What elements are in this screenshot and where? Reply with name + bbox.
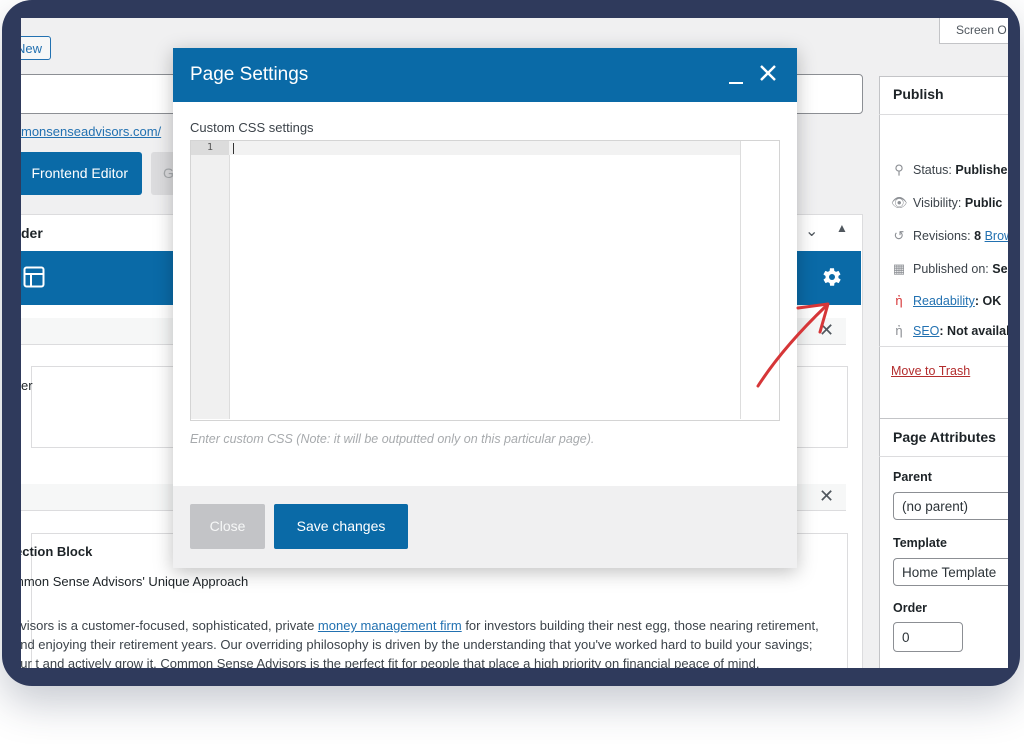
screen: New Screen O monsenseadvisors.com/ Front… [21, 18, 1008, 668]
custom-css-hint: Enter custom CSS (Note: it will be outpu… [190, 432, 595, 446]
permalink-link[interactable]: monsenseadvisors.com/ [21, 124, 161, 139]
annotation-arrow-icon [756, 302, 830, 388]
order-input[interactable]: 0 [893, 622, 963, 652]
save-changes-button[interactable]: Save changes [274, 504, 408, 549]
close-button[interactable]: Close [190, 504, 265, 549]
section-heading: mmon Sense Advisors' Unique Approach [21, 574, 249, 589]
publish-readability: ἠ Readability: OK [891, 293, 1001, 308]
modal-title: Page Settings [190, 64, 309, 85]
layout-icon[interactable] [23, 266, 45, 288]
section-paragraph: dvisors is a customer-focused, sophistic… [21, 616, 823, 668]
publish-title: Publish [893, 86, 944, 102]
chevron-down-icon[interactable]: ⌄ [805, 221, 818, 241]
builder-panel-title: der [21, 225, 43, 241]
para-text: dvisors is a customer-focused, sophistic… [21, 618, 318, 633]
parent-label: Parent [893, 470, 932, 484]
editor-scrollbar[interactable] [740, 141, 741, 419]
modal-footer [173, 486, 797, 568]
readability-link[interactable]: Readability [913, 294, 975, 308]
template-select[interactable]: Home Template [893, 558, 1008, 586]
pin-icon: ⚲ [894, 162, 904, 177]
screen-options-button[interactable]: Screen O [939, 18, 1008, 44]
seo-link[interactable]: SEO [913, 324, 939, 338]
close-icon[interactable]: ✕ [819, 486, 834, 507]
publish-box [879, 76, 1008, 438]
frontend-editor-button[interactable]: Frontend Editor [21, 152, 142, 195]
publish-status: ⚲Status: Published [891, 162, 1008, 178]
triangle-up-icon[interactable]: ▲ [836, 221, 848, 235]
custom-css-label: Custom CSS settings [190, 120, 314, 135]
block-text: er [21, 378, 33, 393]
minimize-icon[interactable] [729, 82, 743, 84]
browse-revisions-link[interactable]: Brow [985, 229, 1008, 243]
money-management-link[interactable]: money management firm [318, 618, 462, 633]
close-icon[interactable] [757, 62, 779, 84]
order-label: Order [893, 601, 928, 615]
editor-gutter [191, 141, 230, 419]
custom-css-editor[interactable] [190, 140, 780, 421]
publish-visibility: 👁 Visibility: Public [891, 195, 1003, 210]
gear-icon[interactable] [819, 265, 843, 289]
eye-icon: 👁 [891, 195, 908, 210]
section-block-title: ection Block [21, 544, 93, 559]
text-cursor [233, 143, 234, 154]
calendar-icon: ▦ [892, 261, 906, 276]
publish-seo: ἠ SEO: Not availab [891, 323, 1008, 338]
device-frame: New Screen O monsenseadvisors.com/ Front… [2, 0, 1020, 686]
divider [879, 346, 1008, 347]
page-attributes-title: Page Attributes [893, 429, 996, 445]
history-icon: ↺ [893, 228, 905, 243]
editor-active-line [229, 141, 740, 155]
move-to-trash-link[interactable]: Move to Trash [891, 364, 970, 378]
yoast-icon: ἠ [895, 293, 903, 308]
line-number: 1 [207, 142, 214, 153]
add-new-button[interactable]: New [21, 36, 51, 60]
publish-date: ▦ Published on: Se [892, 261, 1008, 276]
yoast-icon: ἠ [895, 323, 903, 338]
publish-revisions: ↺Revisions: 8 Brow [891, 228, 1008, 244]
parent-select[interactable]: (no parent) [893, 492, 1008, 520]
template-label: Template [893, 536, 947, 550]
